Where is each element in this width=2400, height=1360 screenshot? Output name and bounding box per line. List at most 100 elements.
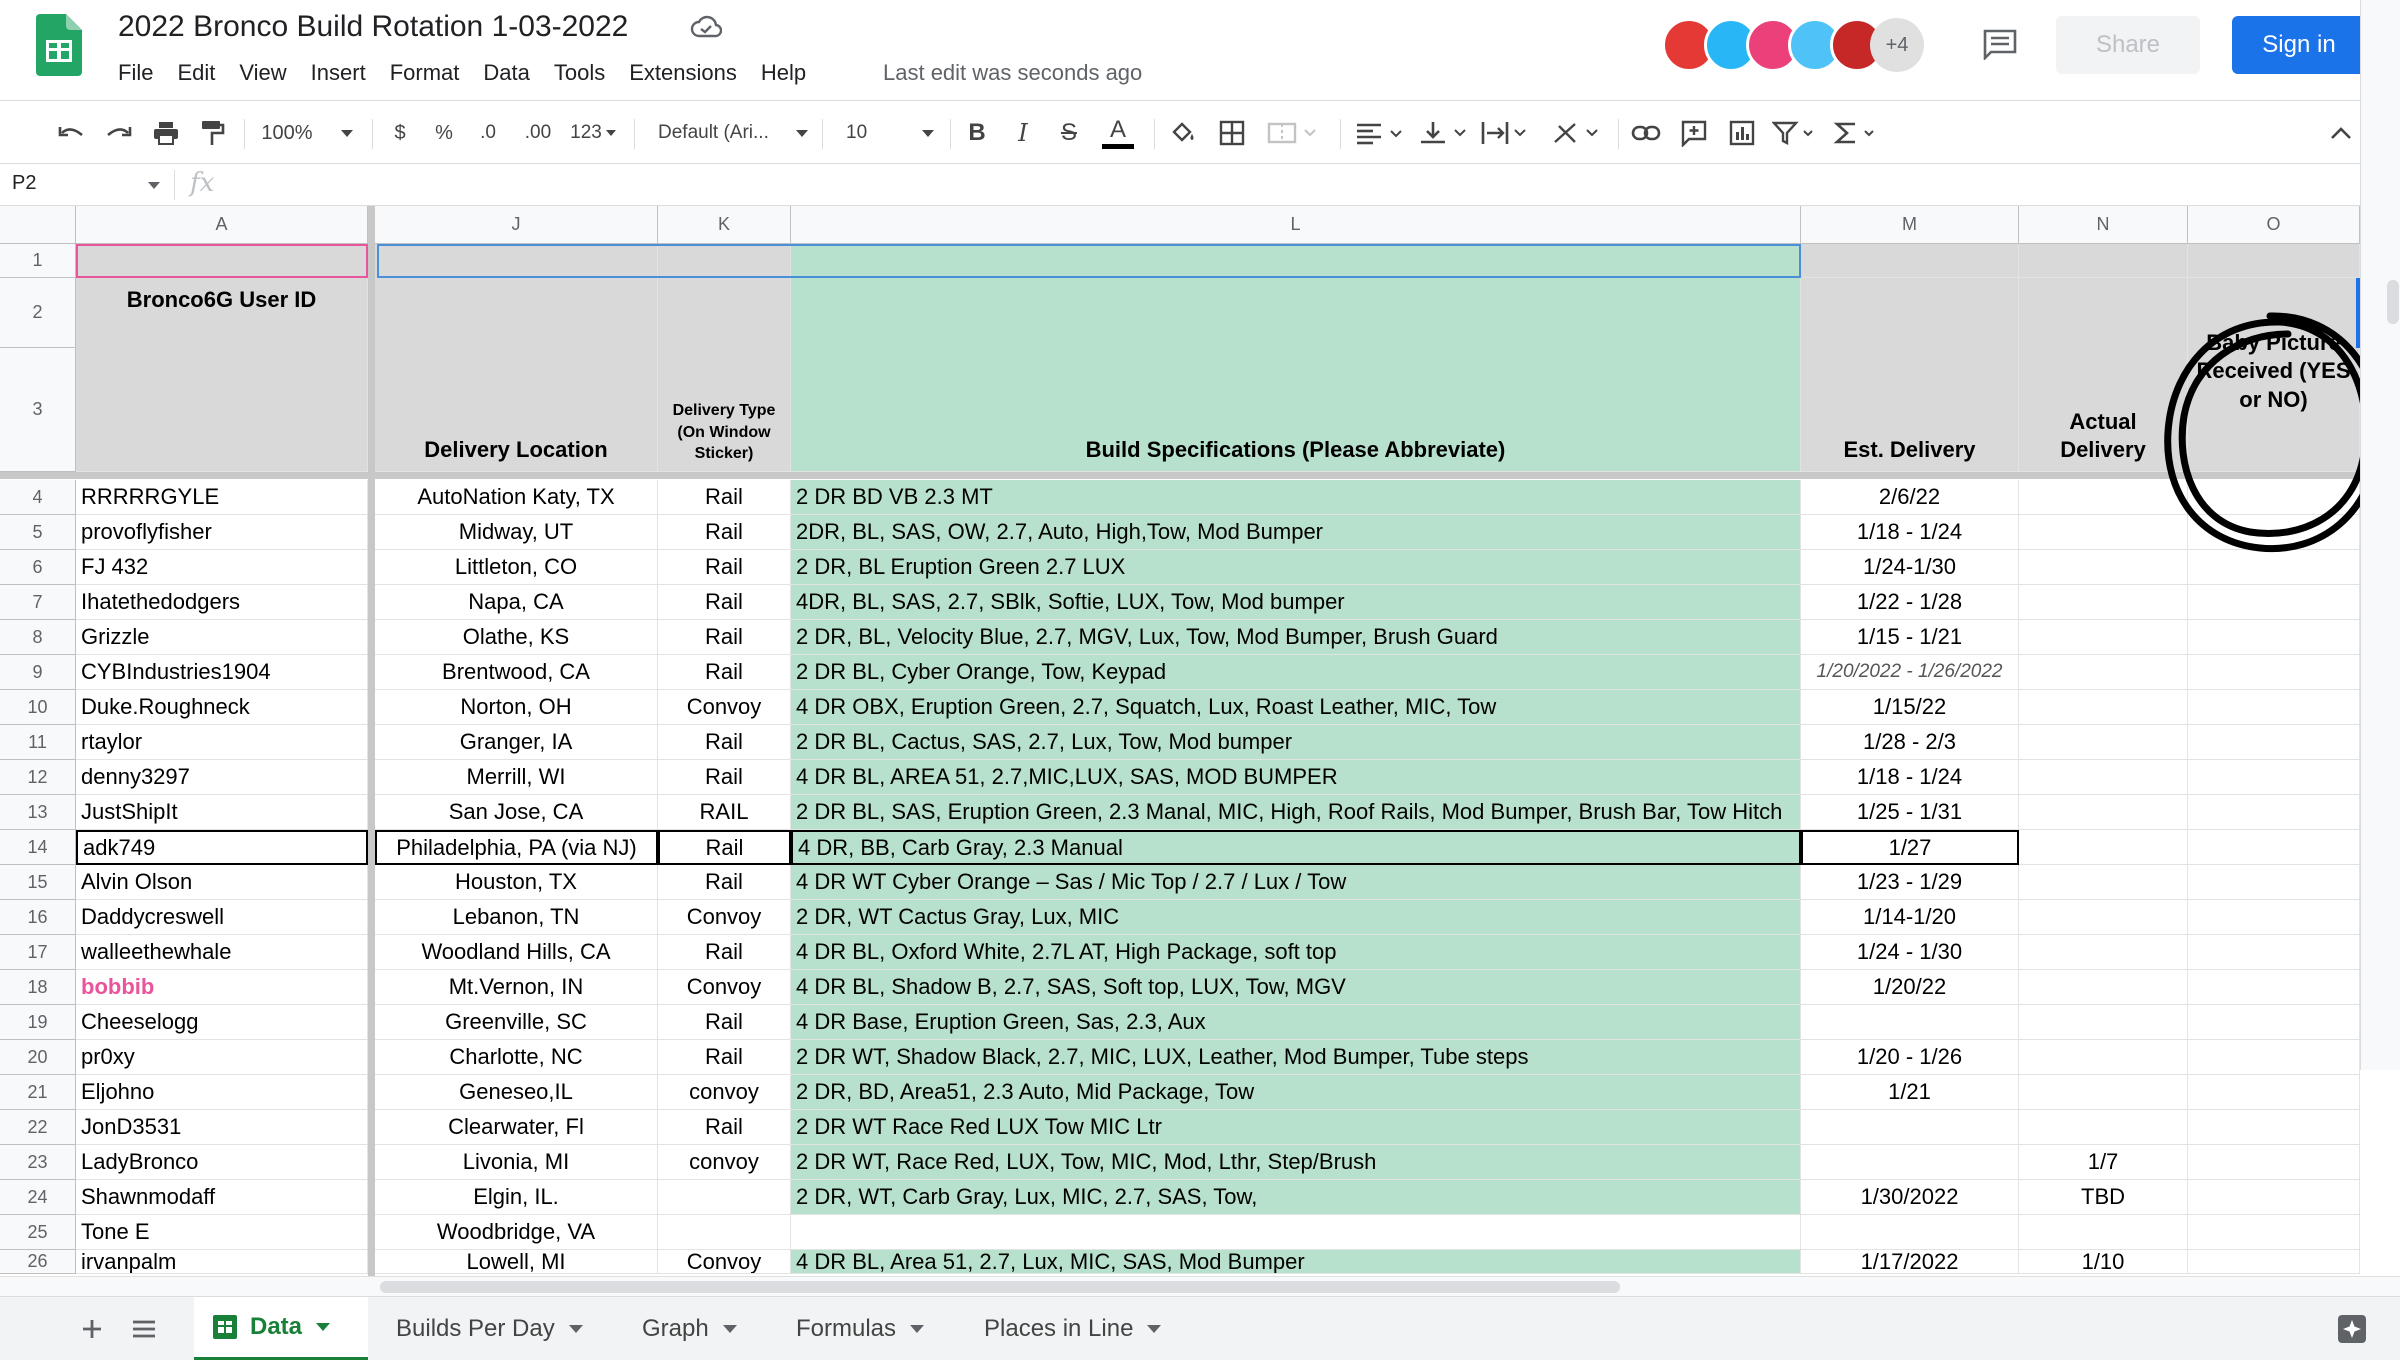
cell-m[interactable]: 1/28 - 2/3 xyxy=(1801,725,2019,760)
freeze-row-divider[interactable] xyxy=(0,472,2360,479)
cell-a[interactable]: adk749 xyxy=(76,830,368,865)
cell-m[interactable] xyxy=(1801,1215,2019,1250)
cell-o[interactable] xyxy=(2188,1250,2360,1274)
chevron-down-icon[interactable] xyxy=(568,1325,583,1333)
cell-n[interactable]: TBD xyxy=(2019,1180,2188,1215)
share-button[interactable]: Share xyxy=(2056,16,2200,74)
cell-l[interactable]: 4 DR OBX, Eruption Green, 2.7, Squatch, … xyxy=(791,690,1801,725)
add-sheet-icon[interactable] xyxy=(78,1315,106,1343)
cell-j[interactable]: Woodbridge, VA xyxy=(375,1215,658,1250)
cell-o[interactable] xyxy=(2188,1145,2360,1180)
cell-k[interactable]: convoy xyxy=(658,1145,791,1180)
row-header[interactable]: 26 xyxy=(0,1250,76,1274)
cell-k[interactable]: Rail xyxy=(658,935,791,970)
document-title[interactable]: 2022 Bronco Build Rotation 1-03-2022 xyxy=(118,10,628,44)
menu-help[interactable]: Help xyxy=(749,60,818,86)
cell-j[interactable]: Lebanon, TN xyxy=(375,900,658,935)
cell-m[interactable]: 1/30/2022 xyxy=(1801,1180,2019,1215)
chevron-down-icon[interactable] xyxy=(722,1325,737,1333)
cell-a[interactable]: FJ 432 xyxy=(76,550,368,585)
cell-o[interactable] xyxy=(2188,1075,2360,1110)
comment-history-icon[interactable] xyxy=(1982,28,2018,62)
row1-cell[interactable] xyxy=(2019,244,2188,278)
cell-a[interactable]: Cheeselogg xyxy=(76,1005,368,1040)
row-header[interactable]: 12 xyxy=(0,760,76,795)
cell-l[interactable]: 4 DR BL, Oxford White, 2.7L AT, High Pac… xyxy=(791,935,1801,970)
row-header[interactable]: 15 xyxy=(0,865,76,900)
header-cell-a[interactable]: Bronco6G User ID xyxy=(76,278,368,472)
row-header[interactable]: 6 xyxy=(0,550,76,585)
cell-a[interactable]: irvanpalm xyxy=(76,1250,368,1274)
menu-tools[interactable]: Tools xyxy=(542,60,617,86)
menu-file[interactable]: File xyxy=(106,60,165,86)
header-cell-l[interactable]: Build Specifications (Please Abbreviate) xyxy=(791,278,1801,472)
all-sheets-icon[interactable] xyxy=(130,1315,158,1343)
cell-l[interactable]: 2 DR BL, SAS, Eruption Green, 2.3 Manal,… xyxy=(791,795,1801,830)
row-header[interactable]: 17 xyxy=(0,935,76,970)
cell-j[interactable]: AutoNation Katy, TX xyxy=(375,480,658,515)
horizontal-align-icon[interactable] xyxy=(1352,115,1408,151)
header-cell-k[interactable]: Delivery Type (On Window Sticker) xyxy=(658,278,791,472)
cell-o[interactable] xyxy=(2188,690,2360,725)
cell-j[interactable]: Granger, IA xyxy=(375,725,658,760)
cell-a[interactable]: LadyBronco xyxy=(76,1145,368,1180)
cell-j[interactable]: San Jose, CA xyxy=(375,795,658,830)
cell-l[interactable]: 2 DR BD VB 2.3 MT xyxy=(791,480,1801,515)
cell-o[interactable] xyxy=(2188,655,2360,690)
cell-a[interactable]: JustShipIt xyxy=(76,795,368,830)
cell-o[interactable] xyxy=(2188,1110,2360,1145)
cell-n[interactable] xyxy=(2019,655,2188,690)
cell-m[interactable]: 1/20/22 xyxy=(1801,970,2019,1005)
cell-n[interactable] xyxy=(2019,935,2188,970)
cell-o[interactable] xyxy=(2188,1180,2360,1215)
sign-in-button[interactable]: Sign in xyxy=(2232,16,2366,74)
cell-m[interactable]: 1/18 - 1/24 xyxy=(1801,760,2019,795)
cell-k[interactable]: Rail xyxy=(658,515,791,550)
chevron-down-icon[interactable] xyxy=(910,1325,925,1333)
cell-j[interactable]: Greenville, SC xyxy=(375,1005,658,1040)
row-header[interactable]: 4 xyxy=(0,480,76,515)
cell-j[interactable]: Midway, UT xyxy=(375,515,658,550)
cell-a[interactable]: pr0xy xyxy=(76,1040,368,1075)
header-cell-m[interactable]: Est. Delivery xyxy=(1801,278,2019,472)
undo-icon[interactable] xyxy=(54,115,90,151)
cell-k[interactable] xyxy=(658,1215,791,1250)
cell-l[interactable]: 2 DR BL, Cyber Orange, Tow, Keypad xyxy=(791,655,1801,690)
italic-button[interactable]: I xyxy=(1008,115,1038,151)
cell-l[interactable] xyxy=(791,1215,1801,1250)
cell-a[interactable]: Eljohno xyxy=(76,1075,368,1110)
more-formats-select[interactable]: 123 xyxy=(566,115,620,151)
cell-o[interactable] xyxy=(2188,1215,2360,1250)
cell-l[interactable]: 4 DR BL, Area 51, 2.7, Lux, MIC, SAS, Mo… xyxy=(791,1250,1801,1274)
cell-n[interactable] xyxy=(2019,585,2188,620)
cell-k[interactable]: Rail xyxy=(658,760,791,795)
insert-chart-icon[interactable] xyxy=(1724,115,1760,151)
paint-format-icon[interactable] xyxy=(194,115,230,151)
cell-o[interactable] xyxy=(2188,1040,2360,1075)
row-header[interactable]: 23 xyxy=(0,1145,76,1180)
cell-m[interactable]: 1/24-1/30 xyxy=(1801,550,2019,585)
cell-l[interactable]: 2 DR, BL Eruption Green 2.7 LUX xyxy=(791,550,1801,585)
sheet-tab-formulas[interactable]: Formulas xyxy=(778,1297,942,1360)
row-header[interactable]: 25 xyxy=(0,1215,76,1250)
cell-n[interactable] xyxy=(2019,1040,2188,1075)
cell-m[interactable]: 1/21 xyxy=(1801,1075,2019,1110)
row-header[interactable]: 24 xyxy=(0,1180,76,1215)
cell-k[interactable]: RAIL xyxy=(658,795,791,830)
cell-n[interactable] xyxy=(2019,830,2188,865)
cell-a[interactable]: CYBIndustries1904 xyxy=(76,655,368,690)
cell-l[interactable]: 2DR, BL, SAS, OW, 2.7, Auto, High,Tow, M… xyxy=(791,515,1801,550)
cell-n[interactable] xyxy=(2019,795,2188,830)
cell-o[interactable] xyxy=(2188,725,2360,760)
cell-a[interactable]: denny3297 xyxy=(76,760,368,795)
zoom-select[interactable]: 100% xyxy=(261,115,353,151)
column-header-a[interactable]: A xyxy=(76,206,368,244)
cell-n[interactable] xyxy=(2019,1215,2188,1250)
chevron-down-icon[interactable] xyxy=(148,182,160,189)
cell-k[interactable]: Rail xyxy=(658,1005,791,1040)
select-all-corner[interactable] xyxy=(0,206,76,244)
chevron-down-icon[interactable] xyxy=(1147,1325,1162,1333)
cell-m[interactable]: 1/25 - 1/31 xyxy=(1801,795,2019,830)
cell-n[interactable] xyxy=(2019,620,2188,655)
cell-m[interactable]: 2/6/22 xyxy=(1801,480,2019,515)
